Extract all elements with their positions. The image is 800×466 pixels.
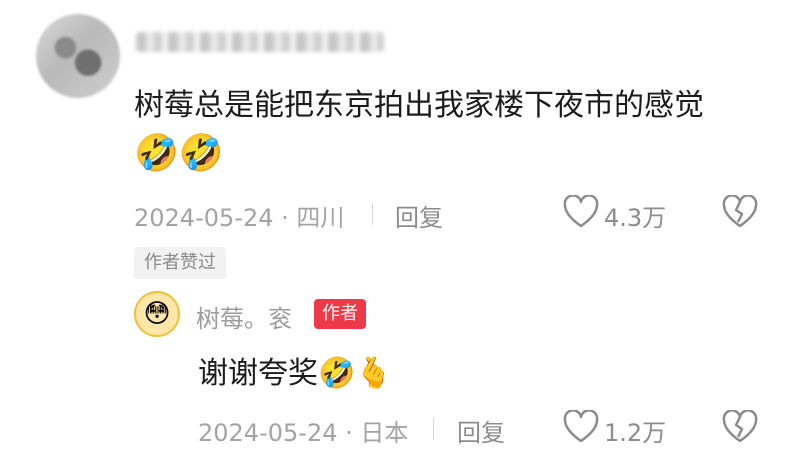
reply-text-content: 谢谢夸奖 [198,356,318,391]
reply-location: · 日本 [345,419,409,447]
broken-heart-icon[interactable] [722,195,758,229]
reply-emojis: 🤣🫰 [318,356,393,391]
heart-outline-icon[interactable] [563,195,599,229]
meta-divider [372,203,373,225]
author-badge: 作者 [314,299,366,329]
reply-author-name[interactable]: 树莓。衮 [196,299,292,334]
reply-reply-button[interactable]: 回复 [457,413,505,448]
reply-like-count: 1.2万 [604,419,667,447]
heart-outline-icon[interactable] [563,410,599,444]
comment-reply-button[interactable]: 回复 [395,198,443,233]
reply-text: 谢谢夸奖🤣🫰 [198,348,393,392]
comment-emojis: 🤣🤣 [134,133,224,174]
comment-location: · 四川 [281,204,345,232]
commenter-username-redacted[interactable] [136,32,384,52]
commenter-avatar[interactable] [36,14,120,98]
reply-meta: 2024-05-24 · 日本 [198,413,408,448]
meta-divider [433,418,434,440]
comment-meta: 2024-05-24 · 四川 [134,198,344,233]
comment-text: 树莓总是能把东京拍出我家楼下夜市的感觉 [134,88,704,123]
reply-author-avatar[interactable]: 😳 [134,291,180,337]
reply-date: 2024-05-24 [198,419,338,447]
comment-like-count: 4.3万 [604,204,667,232]
broken-heart-icon[interactable] [722,410,758,444]
comment-date: 2024-05-24 [134,204,274,232]
author-liked-badge: 作者赞过 [134,247,226,279]
